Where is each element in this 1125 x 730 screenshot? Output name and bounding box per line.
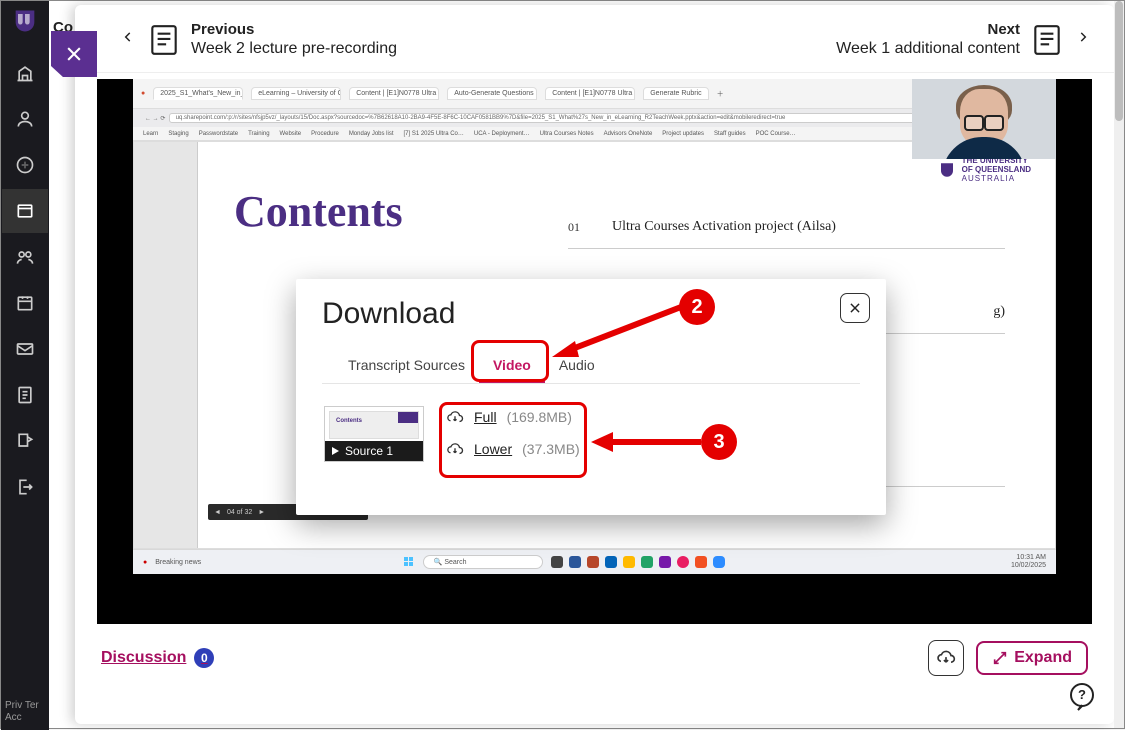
close-panel-button[interactable] bbox=[51, 31, 97, 77]
uq-brand-icon: THE UNIVERSITY OF QUEENSLANDAUSTRALIA bbox=[938, 156, 1031, 183]
nav-prev-label: Previous bbox=[191, 21, 397, 38]
browser-tab: Content | [E1]N0778 Ultra Ex… bbox=[545, 87, 635, 100]
document-icon bbox=[1032, 23, 1062, 57]
download-lower[interactable]: Lower (37.3MB) bbox=[446, 440, 580, 458]
windows-start-icon bbox=[403, 556, 415, 568]
source-label: Source 1 bbox=[345, 444, 393, 458]
expand-icon bbox=[992, 650, 1008, 666]
browser-tab: eLearning – University of Quee… bbox=[251, 87, 341, 100]
discussion-count-badge: 0 bbox=[194, 648, 214, 668]
page-scrollbar[interactable] bbox=[1114, 1, 1124, 728]
chevron-left-icon bbox=[119, 27, 137, 53]
play-icon bbox=[329, 445, 341, 457]
expand-label: Expand bbox=[1014, 649, 1072, 667]
source-thumbnail: Source 1 bbox=[324, 406, 424, 462]
content-footer: Discussion 0 Expand bbox=[75, 624, 1114, 688]
rail-signout-icon[interactable] bbox=[2, 465, 48, 509]
rail-grades-icon[interactable] bbox=[2, 373, 48, 417]
discussion-link[interactable]: Discussion 0 bbox=[101, 648, 214, 668]
close-icon bbox=[64, 44, 84, 64]
browser-tab: 2025_S1_What's_New_in_eLea… bbox=[153, 87, 243, 100]
nav-next-label: Next bbox=[836, 21, 1020, 38]
nav-next[interactable]: Next Week 1 additional content bbox=[836, 21, 1092, 58]
rail-messages-icon[interactable] bbox=[2, 327, 48, 371]
cloud-download-icon bbox=[936, 648, 956, 668]
left-rail: Priv Ter Acc bbox=[1, 1, 49, 730]
nav-prev-title: Week 2 lecture pre-recording bbox=[191, 40, 397, 58]
tab-video[interactable]: Video bbox=[479, 349, 545, 383]
rail-institution-icon[interactable] bbox=[2, 51, 48, 95]
rail-calendar-icon[interactable] bbox=[2, 281, 48, 325]
cloud-download-icon bbox=[446, 440, 464, 458]
download-modal: Download Transcript Sources Video Audio … bbox=[296, 279, 886, 515]
prev-next-nav: Previous Week 2 lecture pre-recording Ne… bbox=[75, 5, 1114, 73]
rail-profile-icon[interactable] bbox=[2, 97, 48, 141]
browser-tab: Generate Rubric bbox=[643, 87, 708, 100]
rail-tools-icon[interactable] bbox=[2, 419, 48, 463]
rail-courses-icon[interactable] bbox=[2, 189, 48, 233]
help-icon[interactable]: ? bbox=[1068, 682, 1098, 712]
windows-taskbar: ●Breaking news 🔍 Search bbox=[133, 549, 1056, 574]
chevron-right-icon bbox=[1074, 27, 1092, 53]
viewport: Priv Ter Acc Co Previous Week 2 lecture … bbox=[0, 0, 1125, 729]
list-item: 01Ultra Courses Activation project (Ails… bbox=[568, 206, 1005, 249]
browser-tab: Content | [E1]N0778 Ultra Ex… bbox=[349, 87, 439, 100]
tab-audio[interactable]: Audio bbox=[545, 349, 609, 383]
download-full[interactable]: Full (169.8MB) bbox=[446, 408, 580, 426]
uq-logo-icon bbox=[11, 7, 39, 35]
presenter-camera bbox=[912, 79, 1056, 159]
modal-tabs: Transcript Sources Video Audio bbox=[322, 349, 860, 384]
download-button[interactable] bbox=[928, 640, 964, 676]
rail-activity-icon[interactable] bbox=[2, 143, 48, 187]
cloud-download-icon bbox=[446, 408, 464, 426]
rail-footer-text: Priv Ter Acc bbox=[1, 700, 49, 724]
document-icon bbox=[149, 23, 179, 57]
rail-groups-icon[interactable] bbox=[2, 235, 48, 279]
slide-heading: Contents bbox=[234, 186, 403, 237]
modal-close-button[interactable] bbox=[840, 293, 870, 323]
tab-transcript-sources[interactable]: Transcript Sources bbox=[334, 349, 479, 383]
discussion-label: Discussion bbox=[101, 649, 186, 667]
nav-next-title: Week 1 additional content bbox=[836, 40, 1020, 58]
nav-previous[interactable]: Previous Week 2 lecture pre-recording bbox=[119, 21, 397, 58]
close-icon bbox=[848, 301, 862, 315]
browser-tab: Auto-Generate Questions bbox=[447, 87, 537, 100]
expand-button[interactable]: Expand bbox=[976, 641, 1088, 675]
modal-title: Download bbox=[322, 297, 860, 331]
svg-text:?: ? bbox=[1078, 687, 1086, 702]
